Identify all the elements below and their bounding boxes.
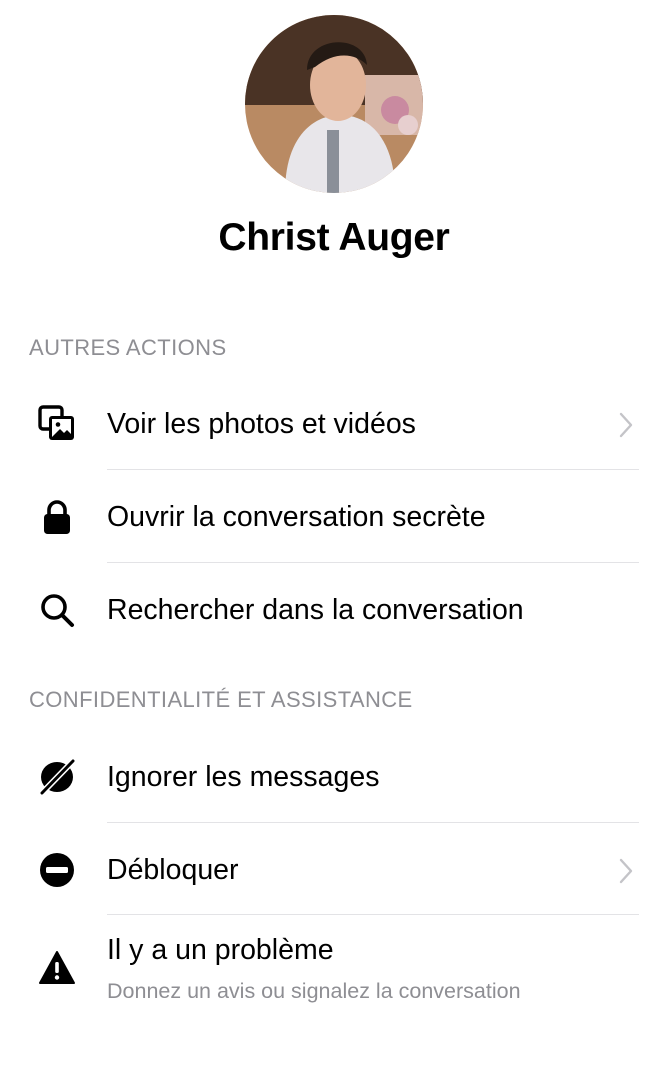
menu-item-ignore-messages[interactable]: Ignorer les messages [0,731,668,823]
divider [107,469,639,470]
menu-item-unblock[interactable]: Débloquer [0,824,668,916]
menu-item-label: Débloquer [107,854,239,886]
menu-item-sublabel: Donnez un avis ou signalez la conversati… [107,979,521,1003]
ignore-icon [38,758,76,796]
photos-icon [38,405,76,443]
search-icon [38,591,76,629]
section-title-actions: AUTRES ACTIONS [29,335,227,360]
chevron-right-icon [617,411,635,439]
warning-icon [38,949,76,987]
profile-photo [245,15,423,193]
lock-icon [38,498,76,536]
unblock-icon [38,851,76,889]
profile-name: Christ Auger [218,216,450,259]
divider [107,822,639,823]
menu-item-report-problem[interactable]: Il y a un problème Donnez un avis ou sig… [0,916,668,1026]
section-title-privacy: CONFIDENTIALITÉ ET ASSISTANCE [29,687,413,712]
chevron-right-icon [617,857,635,885]
profile-avatar[interactable] [245,15,423,193]
menu-item-label: Ouvrir la conversation secrète [107,501,486,533]
menu-item-label: Rechercher dans la conversation [107,594,524,626]
menu-item-search-conversation[interactable]: Rechercher dans la conversation [0,564,668,656]
menu-item-secret-conversation[interactable]: Ouvrir la conversation secrète [0,471,668,563]
menu-item-photos-videos[interactable]: Voir les photos et vidéos [0,378,668,470]
menu-item-label: Ignorer les messages [107,761,380,793]
menu-item-label: Voir les photos et vidéos [107,408,416,440]
menu-item-label: Il y a un problème [107,934,334,966]
divider [107,562,639,563]
divider [107,914,639,915]
